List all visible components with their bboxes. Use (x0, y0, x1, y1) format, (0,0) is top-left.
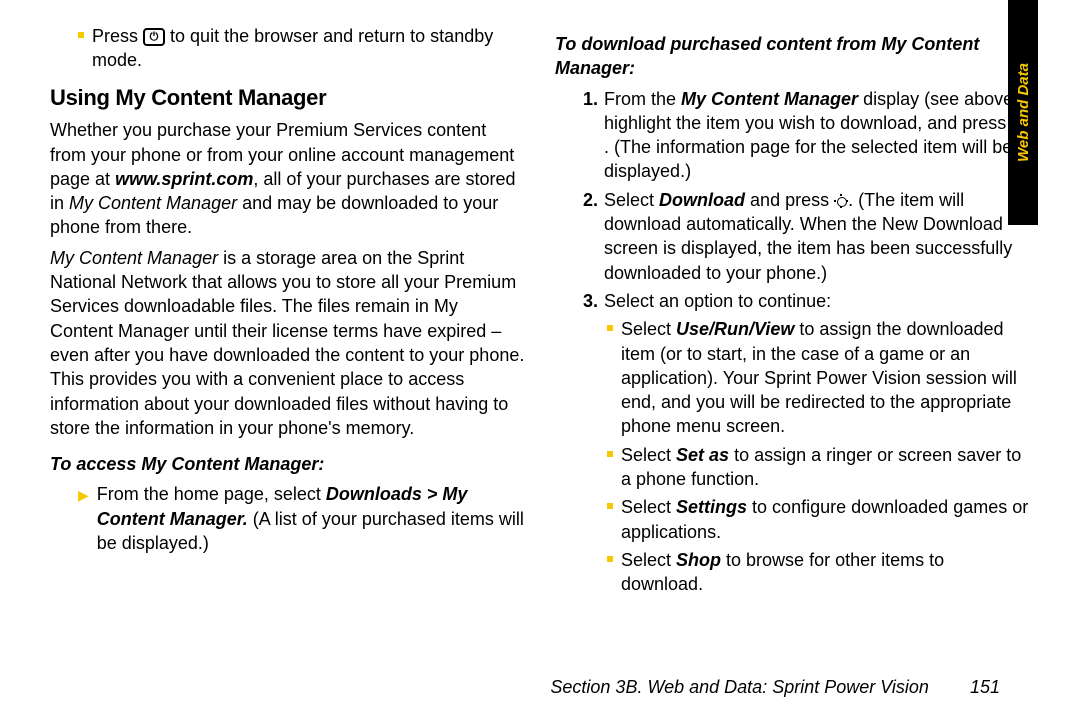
manual-page: Press ⏻ to quit the browser and return t… (0, 0, 1080, 720)
text: Select (621, 445, 676, 465)
option-settings: Select Settings to configure downloaded … (555, 495, 1030, 544)
bullet-quit-browser: Press ⏻ to quit the browser and return t… (50, 24, 525, 73)
feature-name: My Content Manager (681, 89, 858, 109)
text: . (The information page for the selected… (604, 137, 1012, 181)
text: From the (604, 89, 681, 109)
option-name: Settings (676, 497, 747, 517)
nav-key-icon (834, 194, 848, 208)
text: Select (604, 190, 659, 210)
text: is a storage area on the Sprint National… (50, 248, 524, 438)
text: Press (92, 26, 143, 46)
bullet-text: Select Set as to assign a ringer or scre… (621, 443, 1030, 492)
paragraph-intro: Whether you purchase your Premium Servic… (50, 118, 525, 239)
step-text: From the My Content Manager display (see… (604, 87, 1030, 184)
text: Select (621, 497, 676, 517)
bullet-text: Press ⏻ to quit the browser and return t… (92, 24, 525, 73)
url-text: www.sprint.com (115, 169, 253, 189)
square-bullet-icon (607, 556, 613, 562)
section-side-tab: Web and Data (1008, 0, 1038, 225)
option-name: Set as (676, 445, 729, 465)
bullet-text: Select Settings to configure downloaded … (621, 495, 1030, 544)
bullet-text: Select Use/Run/View to assign the downlo… (621, 317, 1030, 438)
option-set-as: Select Set as to assign a ringer or scre… (555, 443, 1030, 492)
option-name: Use/Run/View (676, 319, 794, 339)
step-number: 2. (583, 188, 598, 212)
step-arrow: ▶ From the home page, select Downloads >… (50, 482, 525, 555)
square-bullet-icon (607, 503, 613, 509)
step-2: 2. Select Download and press . (The item… (555, 188, 1030, 285)
step-text: Select Download and press . (The item wi… (604, 188, 1030, 285)
subheading-download: To download purchased content from My Co… (555, 32, 1030, 81)
page-footer: Section 3B. Web and Data: Sprint Power V… (550, 677, 1000, 698)
option-shop: Select Shop to browse for other items to… (555, 548, 1030, 597)
paragraph-storage: My Content Manager is a storage area on … (50, 246, 525, 440)
section-heading: Using My Content Manager (50, 83, 525, 113)
page-number: 151 (970, 677, 1000, 697)
square-bullet-icon (78, 32, 84, 38)
text: and press (745, 190, 834, 210)
bullet-text: Select Shop to browse for other items to… (621, 548, 1030, 597)
option-name: Shop (676, 550, 721, 570)
step-text: Select an option to continue: (604, 289, 831, 313)
footer-section: Section 3B. Web and Data: Sprint Power V… (550, 677, 929, 697)
step-3: 3. Select an option to continue: (555, 289, 1030, 313)
feature-name: My Content Manager (69, 193, 237, 213)
option-use-run-view: Select Use/Run/View to assign the downlo… (555, 317, 1030, 438)
text: From the home page, select (97, 484, 326, 504)
option-name: Download (659, 190, 745, 210)
feature-name: My Content Manager (50, 248, 218, 268)
square-bullet-icon (607, 325, 613, 331)
subheading-access: To access My Content Manager: (50, 452, 525, 476)
text: Select (621, 319, 676, 339)
square-bullet-icon (607, 451, 613, 457)
step-text: From the home page, select Downloads > M… (97, 482, 525, 555)
step-number: 1. (583, 87, 598, 111)
text: Select (621, 550, 676, 570)
end-key-icon: ⏻ (143, 28, 165, 46)
arrow-icon: ▶ (78, 486, 89, 505)
right-column: To download purchased content from My Co… (555, 20, 1040, 720)
step-number: 3. (583, 289, 598, 313)
left-column: Press ⏻ to quit the browser and return t… (50, 20, 555, 720)
step-1: 1. From the My Content Manager display (… (555, 87, 1030, 184)
side-tab-label: Web and Data (1015, 63, 1032, 162)
